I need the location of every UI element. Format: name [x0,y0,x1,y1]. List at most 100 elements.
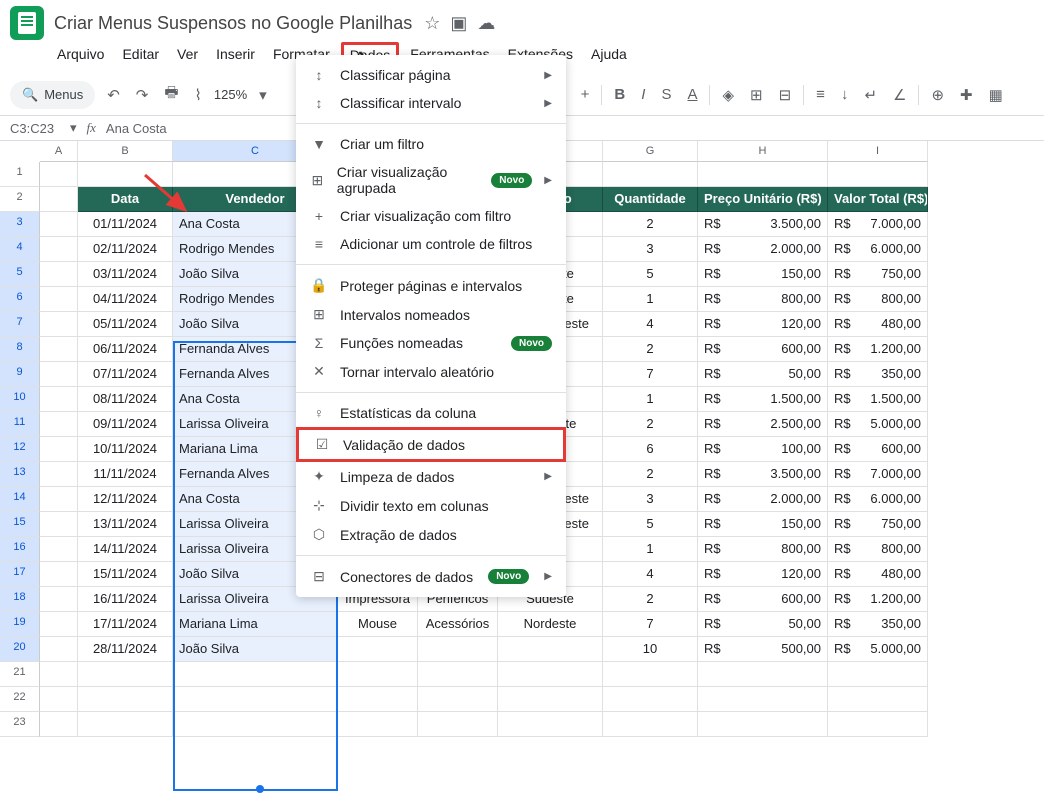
redo-icon[interactable]: ↷ [132,82,153,108]
cell[interactable]: 01/11/2024 [78,212,173,237]
cell[interactable]: 09/11/2024 [78,412,173,437]
wrap-icon[interactable]: ↵ [860,82,881,108]
cell[interactable]: 28/11/2024 [78,637,173,662]
cell[interactable]: Data [78,187,173,212]
cell[interactable] [40,687,78,712]
cell[interactable]: R$800,00 [698,537,828,562]
cell[interactable]: R$100,00 [698,437,828,462]
cell[interactable] [698,662,828,687]
row-header[interactable]: 3 [0,212,40,237]
cell[interactable]: R$1.500,00 [828,387,928,412]
cell[interactable] [828,687,928,712]
cell[interactable]: 4 [603,562,698,587]
col-header-G[interactable]: G [603,141,698,162]
cell[interactable]: 2 [603,412,698,437]
cell[interactable]: R$480,00 [828,562,928,587]
menu-item-dividir-texto-em-colunas[interactable]: ⊹Dividir texto em colunas [296,491,566,520]
cell[interactable]: R$6.000,00 [828,237,928,262]
cell[interactable]: 1 [603,387,698,412]
strike-icon[interactable]: S [657,82,675,107]
cell[interactable]: R$1.500,00 [698,387,828,412]
cell[interactable]: R$350,00 [828,362,928,387]
row-header[interactable]: 21 [0,662,40,687]
borders-icon[interactable]: ⊞ [746,82,767,108]
menu-item-validação-de-dados[interactable]: ☑Validação de dados [296,427,566,462]
cell[interactable]: 07/11/2024 [78,362,173,387]
cell[interactable]: 11/11/2024 [78,462,173,487]
move-icon[interactable]: ▣ [450,13,467,34]
cell[interactable]: R$750,00 [828,262,928,287]
cell[interactable]: R$150,00 [698,262,828,287]
cell[interactable]: 05/11/2024 [78,312,173,337]
cell[interactable]: R$500,00 [698,637,828,662]
menu-item-extração-de-dados[interactable]: ⬡Extração de dados [296,520,566,549]
row-header[interactable]: 7 [0,312,40,337]
cell[interactable]: 10 [603,637,698,662]
cell-reference[interactable]: C3:C23 [10,121,60,136]
cell[interactable]: R$600,00 [698,337,828,362]
cell[interactable] [698,162,828,187]
comment-icon[interactable]: ✚ [956,82,977,108]
menu-editar[interactable]: Editar [115,42,166,68]
fill-color-icon[interactable]: ◈ [718,82,738,108]
cell[interactable] [418,637,498,662]
row-header[interactable]: 23 [0,712,40,737]
row-header[interactable]: 17 [0,562,40,587]
cell[interactable] [40,287,78,312]
merge-icon[interactable]: ⊟ [775,82,796,108]
cell[interactable]: R$800,00 [698,287,828,312]
menu-item-conectores-de-dados[interactable]: ⊟Conectores de dadosNovo▶ [296,562,566,591]
row-header[interactable]: 18 [0,587,40,612]
cell[interactable]: R$800,00 [828,537,928,562]
cell[interactable]: 02/11/2024 [78,237,173,262]
cell[interactable]: Mariana Lima [173,612,338,637]
cell[interactable]: R$7.000,00 [828,462,928,487]
cell[interactable] [698,712,828,737]
undo-icon[interactable]: ↶ [103,82,124,108]
cell[interactable] [603,162,698,187]
cell[interactable] [173,712,338,737]
formula-input[interactable]: Ana Costa [106,121,167,136]
chevron-down-icon[interactable]: ▾ [70,120,77,136]
cell[interactable]: 4 [603,312,698,337]
row-header[interactable]: 13 [0,462,40,487]
cell[interactable]: R$800,00 [828,287,928,312]
cell[interactable] [603,662,698,687]
row-header[interactable]: 12 [0,437,40,462]
cell[interactable] [828,162,928,187]
cell[interactable] [40,637,78,662]
cell[interactable]: 16/11/2024 [78,587,173,612]
cell[interactable] [828,712,928,737]
cell[interactable] [338,662,418,687]
cell[interactable] [40,537,78,562]
chevron-down-icon[interactable]: ▾ [255,82,271,108]
cell[interactable]: R$50,00 [698,612,828,637]
cell[interactable]: Acessórios [418,612,498,637]
menu-item-intervalos-nomeados[interactable]: ⊞Intervalos nomeados [296,300,566,329]
menu-item-proteger-páginas-e-intervalos[interactable]: 🔒Proteger páginas e intervalos [296,271,566,300]
row-header[interactable]: 8 [0,337,40,362]
cell[interactable]: 03/11/2024 [78,262,173,287]
row-header[interactable]: 16 [0,537,40,562]
row-header[interactable]: 20 [0,637,40,662]
cell[interactable] [40,587,78,612]
cell[interactable] [40,437,78,462]
cell[interactable]: R$2.500,00 [698,412,828,437]
cell[interactable] [40,237,78,262]
cell[interactable]: 1 [603,287,698,312]
cell[interactable]: R$750,00 [828,512,928,537]
cell[interactable] [498,712,603,737]
cell[interactable]: R$3.500,00 [698,462,828,487]
rotate-icon[interactable]: ∠ [889,82,910,108]
cell[interactable] [40,462,78,487]
cell[interactable] [40,362,78,387]
cell[interactable]: Nordeste [498,612,603,637]
cell[interactable] [338,687,418,712]
cell[interactable]: 10/11/2024 [78,437,173,462]
cell[interactable]: R$7.000,00 [828,212,928,237]
cell[interactable] [338,637,418,662]
cell[interactable]: R$3.500,00 [698,212,828,237]
sheets-logo[interactable] [10,6,44,40]
cell[interactable] [40,387,78,412]
cell[interactable] [418,687,498,712]
